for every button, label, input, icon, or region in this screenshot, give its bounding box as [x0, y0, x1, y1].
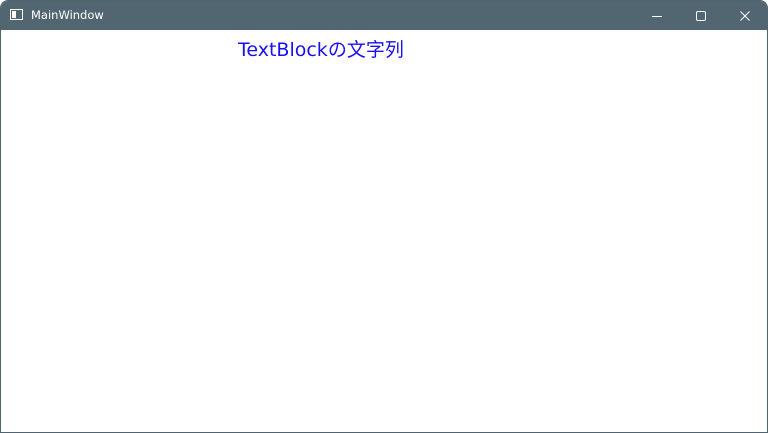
text-block: TextBlockの文字列 — [238, 39, 404, 61]
close-button[interactable] — [723, 1, 767, 30]
maximize-button[interactable] — [679, 1, 723, 30]
title-bar[interactable]: MainWindow — [1, 1, 767, 30]
maximize-icon — [696, 10, 706, 21]
minimize-button[interactable] — [635, 1, 679, 30]
window-title: MainWindow — [31, 8, 104, 22]
window-app-icon — [10, 9, 23, 20]
window-content: TextBlockの文字列 — [1, 30, 767, 432]
close-icon — [740, 10, 750, 21]
minimize-icon — [652, 15, 662, 17]
main-window: MainWindow TextBlockの文字列 — [0, 0, 768, 433]
